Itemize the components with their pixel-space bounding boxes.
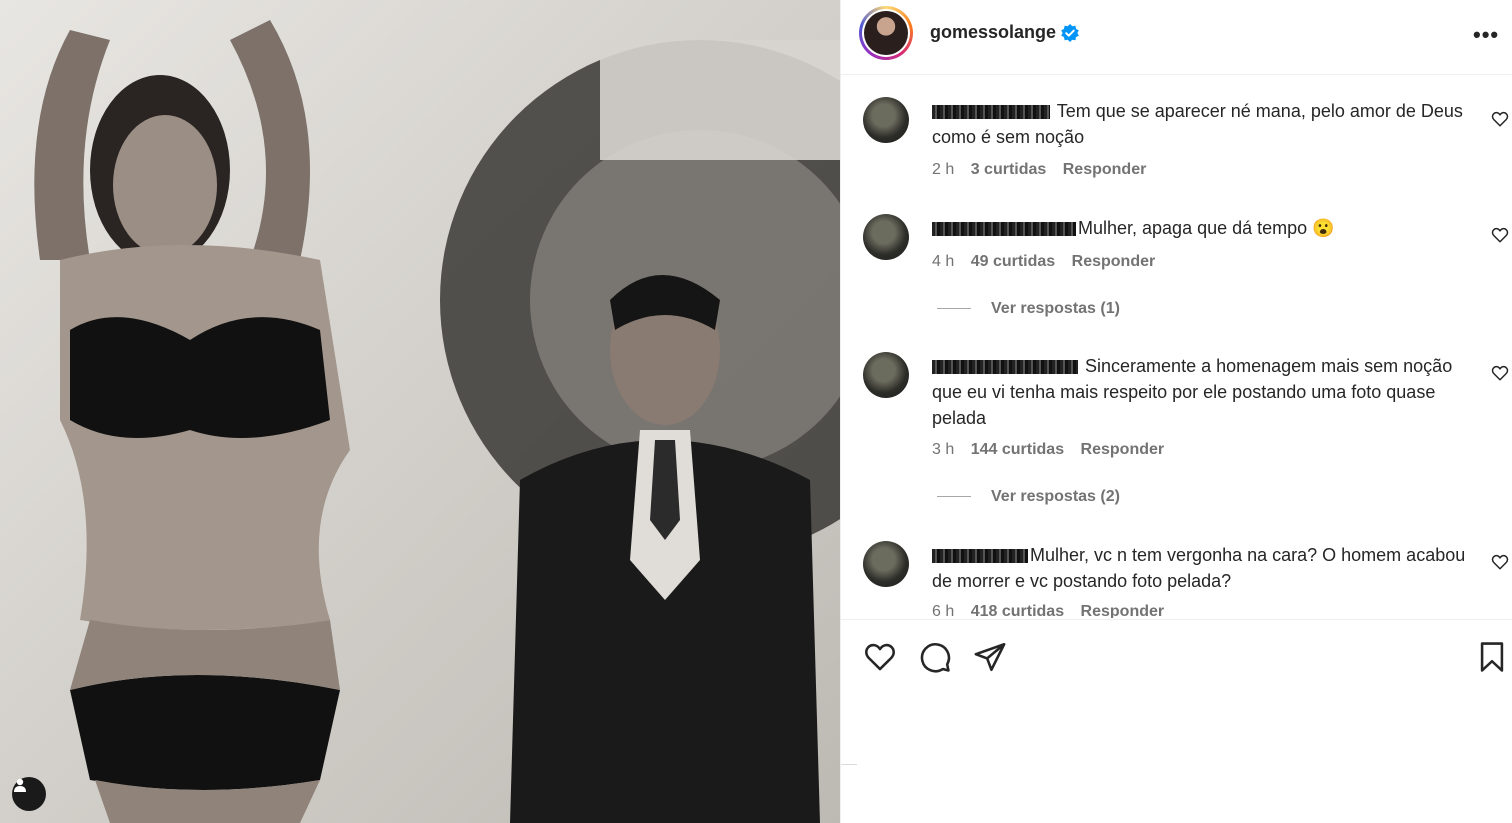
comment-meta: 6 h 418 curtidas Responder bbox=[932, 603, 1176, 618]
comment-meta: 2 h 3 curtidas Responder bbox=[932, 161, 1158, 179]
comment-time: 6 h bbox=[932, 603, 955, 618]
comment-body: Tem que se aparecer né mana, pelo amor d… bbox=[932, 98, 1477, 150]
comment-body: Mulher, vc n tem vergonha na cara? O hom… bbox=[932, 542, 1477, 594]
author-avatar[interactable] bbox=[859, 6, 913, 60]
bookmark-icon[interactable] bbox=[1475, 640, 1509, 674]
comment-likes[interactable]: 3 curtidas bbox=[971, 161, 1047, 178]
view-replies-button[interactable]: Ver respostas (2) bbox=[937, 488, 1120, 506]
commenter-avatar[interactable] bbox=[863, 541, 909, 587]
comment-likes[interactable]: 418 curtidas bbox=[971, 603, 1064, 618]
commenter-avatar[interactable] bbox=[863, 352, 909, 398]
share-icon[interactable] bbox=[973, 640, 1007, 674]
comment-meta: 4 h 49 curtidas Responder bbox=[932, 253, 1167, 271]
divider bbox=[841, 764, 857, 765]
post-side-panel: gomessolange ••• Tem que se aparecer né … bbox=[840, 0, 1512, 823]
heart-icon[interactable] bbox=[863, 640, 897, 674]
comment-time: 2 h bbox=[932, 161, 955, 178]
post-header: gomessolange ••• bbox=[841, 0, 1512, 75]
commenter-username-redacted[interactable] bbox=[932, 222, 1076, 237]
instagram-post-view: gomessolange ••• Tem que se aparecer né … bbox=[0, 0, 1512, 823]
comment-reply-button[interactable]: Responder bbox=[1063, 161, 1147, 178]
comment-time: 3 h bbox=[932, 441, 955, 458]
view-replies-label: Ver respostas (1) bbox=[991, 300, 1120, 317]
commenter-avatar[interactable] bbox=[863, 214, 909, 260]
comment-text: Mulher, apaga que dá tempo 😮 bbox=[1078, 218, 1335, 238]
view-replies-button[interactable]: Ver respostas (1) bbox=[937, 300, 1120, 318]
comment-heart-icon[interactable] bbox=[1491, 226, 1509, 244]
comment-likes[interactable]: 49 curtidas bbox=[971, 253, 1055, 270]
author-username[interactable]: gomessolange bbox=[930, 22, 1056, 43]
user-tag-icon bbox=[14, 778, 26, 792]
post-action-bar bbox=[841, 619, 1512, 699]
comment-reply-button[interactable]: Responder bbox=[1072, 253, 1156, 270]
commenter-avatar[interactable] bbox=[863, 97, 909, 143]
commenter-username-redacted[interactable] bbox=[932, 549, 1028, 564]
comment-likes[interactable]: 144 curtidas bbox=[971, 441, 1064, 458]
verified-icon bbox=[1061, 24, 1079, 42]
replies-divider bbox=[937, 308, 971, 310]
more-icon[interactable]: ••• bbox=[1473, 22, 1499, 48]
comment-reply-button[interactable]: Responder bbox=[1081, 603, 1165, 618]
comment-meta: 3 h 144 curtidas Responder bbox=[932, 441, 1176, 459]
commenter-username-redacted[interactable] bbox=[932, 360, 1078, 375]
view-replies-label: Ver respostas (2) bbox=[991, 488, 1120, 505]
comment-reply-button[interactable]: Responder bbox=[1081, 441, 1165, 458]
comment-body: Sinceramente a homenagem mais sem noção … bbox=[932, 353, 1477, 431]
comment-heart-icon[interactable] bbox=[1491, 110, 1509, 128]
user-tag-button[interactable] bbox=[12, 777, 46, 811]
comment-time: 4 h bbox=[932, 253, 955, 270]
comment-icon[interactable] bbox=[918, 640, 952, 674]
comment-body: Mulher, apaga que dá tempo 😮 bbox=[932, 215, 1477, 241]
post-photo[interactable] bbox=[0, 0, 840, 823]
post-photo-illustration bbox=[0, 0, 840, 823]
commenter-username-redacted[interactable] bbox=[932, 105, 1050, 120]
comment-heart-icon[interactable] bbox=[1491, 553, 1509, 571]
comment-heart-icon[interactable] bbox=[1491, 364, 1509, 382]
comments-list: Tem que se aparecer né mana, pelo amor d… bbox=[841, 76, 1512, 618]
replies-divider bbox=[937, 496, 971, 498]
